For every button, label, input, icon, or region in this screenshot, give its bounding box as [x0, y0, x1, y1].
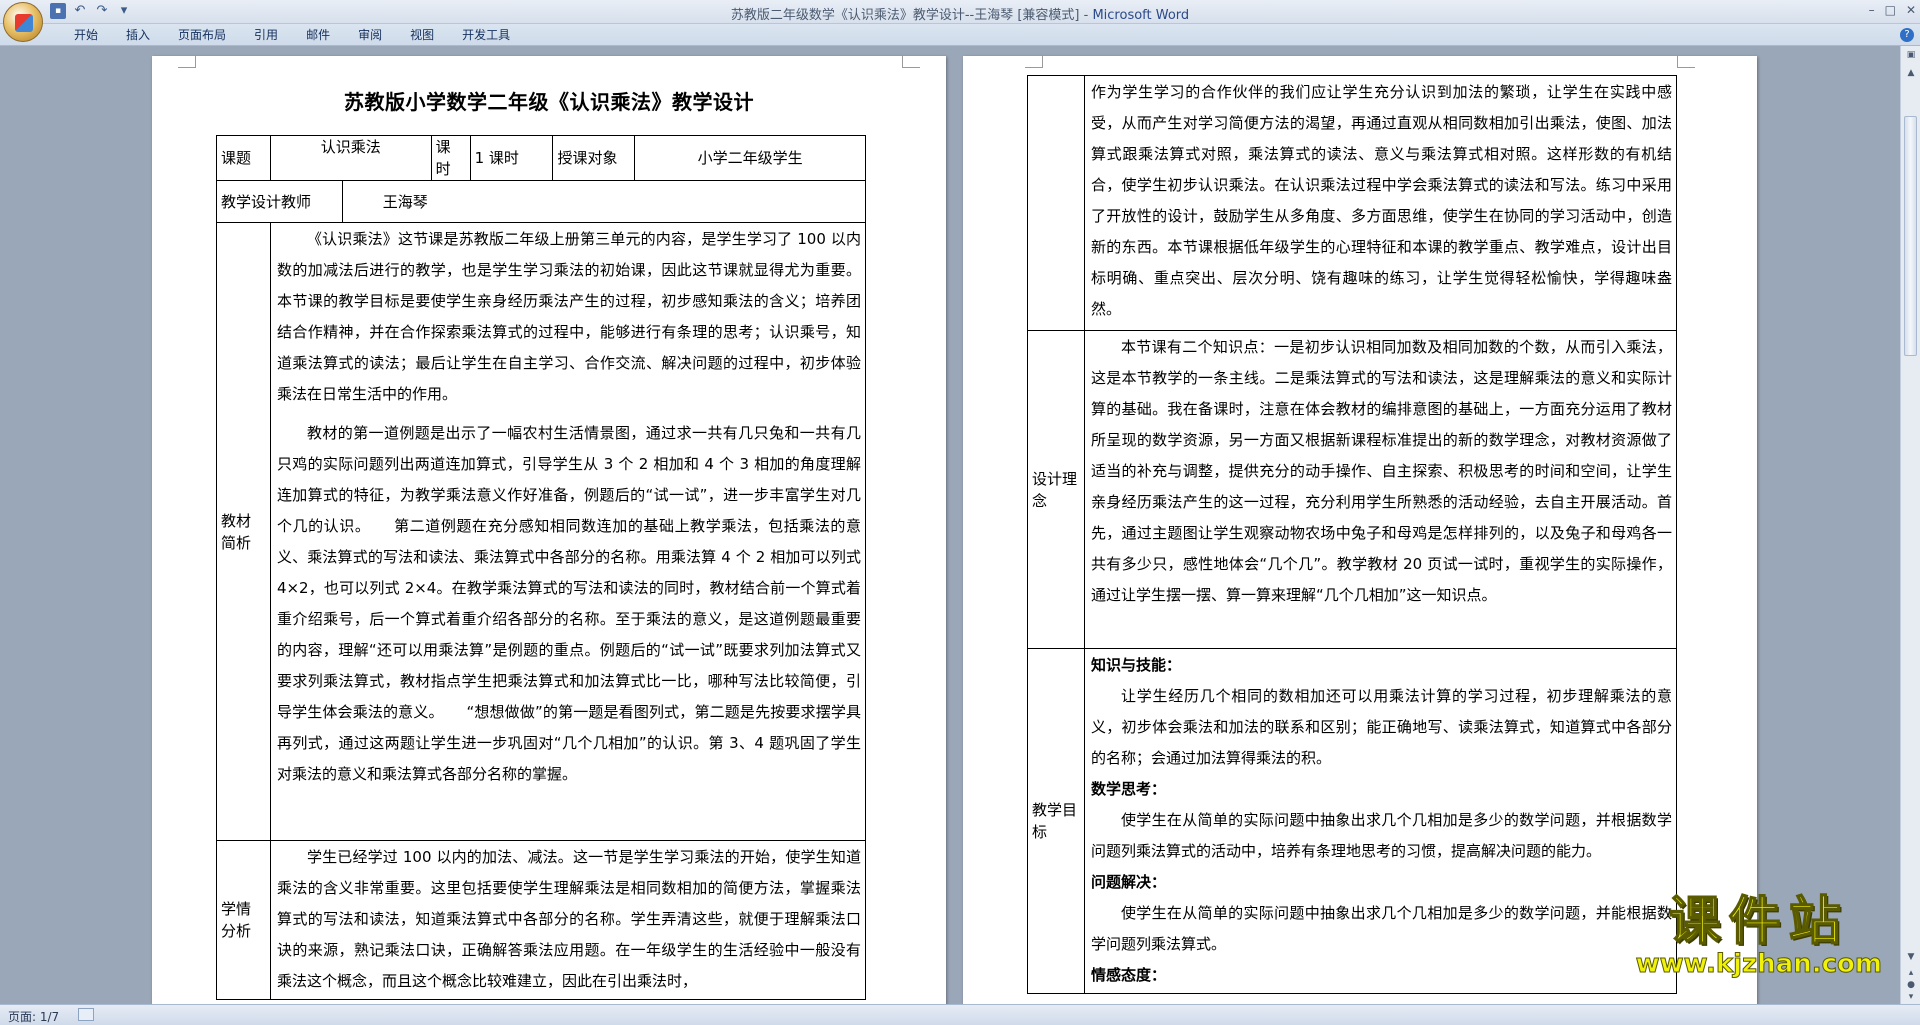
teacher-label: 教学设计教师 [216, 180, 343, 223]
watermark-brand: 课件站 [1668, 892, 1849, 952]
page-2[interactable]: 作为学生学习的合作伙伴的我们应让学生充分认识到加法的繁琐，让学生在实践中感受，从… [963, 56, 1757, 1004]
document-title: 苏教版二年级数学《认识乘法》教学设计--王海琴 [兼容模式] [730, 8, 1080, 23]
table-row: 教材简析 《认识乘法》这节课是苏教版二年级上册第三单元的内容，是学生学习了 10… [216, 222, 867, 841]
hours-label: 课时 [430, 135, 471, 181]
concept-label: 设计理念 [1027, 330, 1085, 649]
tab-view[interactable]: 视图 [396, 27, 448, 43]
tab-mailings[interactable]: 邮件 [292, 27, 344, 43]
continuation-label-cell [1027, 75, 1085, 331]
crop-mark [178, 56, 196, 68]
app-name: Microsoft Word [1092, 8, 1190, 23]
material-label: 教材简析 [216, 222, 271, 841]
tab-home[interactable]: 开始 [60, 27, 112, 43]
goals-heading-attitude: 情感态度： [1090, 966, 1166, 984]
table-row: 设计理念 本节课有二个知识点：一是初步认识相同加数及相同加数的个数，从而引入乘法… [1027, 330, 1678, 649]
continuation-paragraph: 作为学生学习的合作伙伴的我们应让学生充分认识到加法的繁琐，让学生在实践中感受，从… [1090, 83, 1672, 318]
concept-paragraph-1: 本节课有二个知识点：一是初步认识相同加数及相同加数的个数，从而引入乘法，这是本节… [1090, 338, 1672, 604]
goals-heading-knowledge: 知识与技能： [1090, 656, 1181, 674]
status-bar: 页面: 1/7 [0, 1004, 1920, 1025]
title-bar: ▪ ↶ ↷ ▾ 苏教版二年级数学《认识乘法》教学设计--王海琴 [兼容模式] -… [0, 0, 1920, 24]
next-page-icon[interactable]: ▾ [1905, 992, 1917, 1004]
goals-heading-thinking: 数学思考： [1090, 780, 1166, 798]
window-controls: – □ ✕ [1869, 3, 1916, 17]
table-row: 教学目标 知识与技能： 让学生经历几个相同的数相加还可以用乘法计算的学习过程，初… [1027, 648, 1678, 994]
material-paragraph-2: 教材的第一道例题是出示了一幅农村生活情景图，通过求一共有几只兔和一共有几只鸡的实… [276, 424, 861, 783]
material-paragraph-1: 《认识乘法》这节课是苏教版二年级上册第三单元的内容，是学生学习了 100 以内数… [276, 230, 861, 403]
document-heading: 苏教版小学数学二年级《认识乘法》教学设计 [344, 90, 754, 114]
close-icon[interactable]: ✕ [1906, 3, 1916, 17]
goals-paragraph-problem: 使学生在从简单的实际问题中抽象出求几个几相加是多少的数学问题，并能根据数学问题列… [1090, 904, 1672, 953]
tab-references[interactable]: 引用 [240, 27, 292, 43]
document-area[interactable]: 苏教版小学数学二年级《认识乘法》教学设计 课题 认识乘法 课时 1 课时 授课对… [0, 46, 1900, 1004]
lesson-table-page-1: 课题 认识乘法 课时 1 课时 授课对象 小学二年级学生 教学设计教师 王海琴 … [216, 135, 867, 1000]
audience-value: 小学二年级学生 [634, 135, 866, 181]
table-row: 课题 认识乘法 课时 1 课时 授课对象 小学二年级学生 [216, 135, 866, 181]
table-row: 教学设计教师 王海琴 [216, 180, 867, 223]
material-content: 《认识乘法》这节课是苏教版二年级上册第三单元的内容，是学生学习了 100 以内数… [269, 222, 867, 841]
ribbon: 开始 插入 页面布局 引用 邮件 审阅 视图 开发工具 ? [0, 24, 1920, 46]
scroll-down-icon[interactable]: ▼ [1905, 952, 1917, 964]
continuation-content: 作为学生学习的合作伙伴的我们应让学生充分认识到加法的繁琐，让学生在实践中感受，从… [1083, 75, 1678, 331]
office-button[interactable] [3, 2, 43, 42]
watermark-url: www.kjzhan.com [1635, 949, 1882, 979]
lesson-table-page-2: 作为学生学习的合作伙伴的我们应让学生充分认识到加法的繁琐，让学生在实践中感受，从… [1027, 75, 1678, 994]
watermark-logo: 课件站 www.kjzhan.com [1635, 892, 1882, 979]
window-title: 苏教版二年级数学《认识乘法》教学设计--王海琴 [兼容模式] - Microso… [0, 4, 1920, 23]
select-browse-object-icon[interactable]: ● [1905, 980, 1917, 992]
audience-label: 授课对象 [552, 135, 636, 181]
goals-paragraph-knowledge: 让学生经历几个相同的数相加还可以用乘法计算的学习过程，初步理解乘法的意义，初步体… [1090, 687, 1672, 767]
page-count[interactable]: 页面: 1/7 [8, 1008, 59, 1025]
tab-review[interactable]: 审阅 [344, 27, 396, 43]
hours-value: 1 课时 [469, 135, 554, 181]
title-separator: - [1079, 8, 1093, 23]
goals-label: 教学目标 [1027, 648, 1085, 994]
topic-value: 认识乘法 [269, 135, 432, 181]
tab-page-layout[interactable]: 页面布局 [164, 27, 240, 43]
previous-page-icon[interactable]: ▴ [1905, 968, 1917, 980]
vertical-scrollbar[interactable]: ▣ ▲ ▼ ▴ ● ▾ [1900, 46, 1920, 1004]
learner-label: 学情分析 [216, 840, 271, 1000]
goals-heading-problem: 问题解决： [1090, 873, 1166, 891]
goals-content: 知识与技能： 让学生经历几个相同的数相加还可以用乘法计算的学习过程，初步理解乘法… [1083, 648, 1678, 994]
language-icon[interactable] [78, 1008, 94, 1021]
minimize-icon[interactable]: – [1869, 3, 1875, 17]
help-icon[interactable]: ? [1900, 28, 1914, 42]
page-1[interactable]: 苏教版小学数学二年级《认识乘法》教学设计 课题 认识乘法 课时 1 课时 授课对… [152, 56, 946, 1004]
topic-label: 课题 [216, 135, 271, 181]
crop-mark [1677, 56, 1695, 68]
ruler-toggle-icon[interactable]: ▣ [1905, 50, 1917, 62]
scroll-up-icon[interactable]: ▲ [1905, 68, 1917, 80]
crop-mark [902, 56, 920, 68]
maximize-icon[interactable]: □ [1885, 3, 1896, 17]
table-row: 学情分析 学生已经学过 100 以内的加法、减法。这一节是学生学习乘法的开始，使… [216, 840, 867, 1000]
learner-paragraph-1: 学生已经学过 100 以内的加法、减法。这一节是学生学习乘法的开始，使学生知道乘… [276, 848, 861, 990]
goals-paragraph-thinking: 使学生在从简单的实际问题中抽象出求几个几相加是多少的数学问题，并根据数学问题列乘… [1090, 811, 1672, 860]
ribbon-tabs: 开始 插入 页面布局 引用 邮件 审阅 视图 开发工具 [60, 27, 524, 43]
concept-content: 本节课有二个知识点：一是初步认识相同加数及相同加数的个数，从而引入乘法，这是本节… [1083, 330, 1678, 649]
learner-content: 学生已经学过 100 以内的加法、减法。这一节是学生学习乘法的开始，使学生知道乘… [269, 840, 867, 1000]
scrollbar-thumb[interactable] [1904, 116, 1917, 356]
table-row: 作为学生学习的合作伙伴的我们应让学生充分认识到加法的繁琐，让学生在实践中感受，从… [1027, 75, 1678, 331]
tab-developer[interactable]: 开发工具 [448, 27, 524, 43]
tab-insert[interactable]: 插入 [112, 27, 164, 43]
teacher-value: 王海琴 [341, 180, 867, 223]
crop-mark [1025, 56, 1043, 68]
